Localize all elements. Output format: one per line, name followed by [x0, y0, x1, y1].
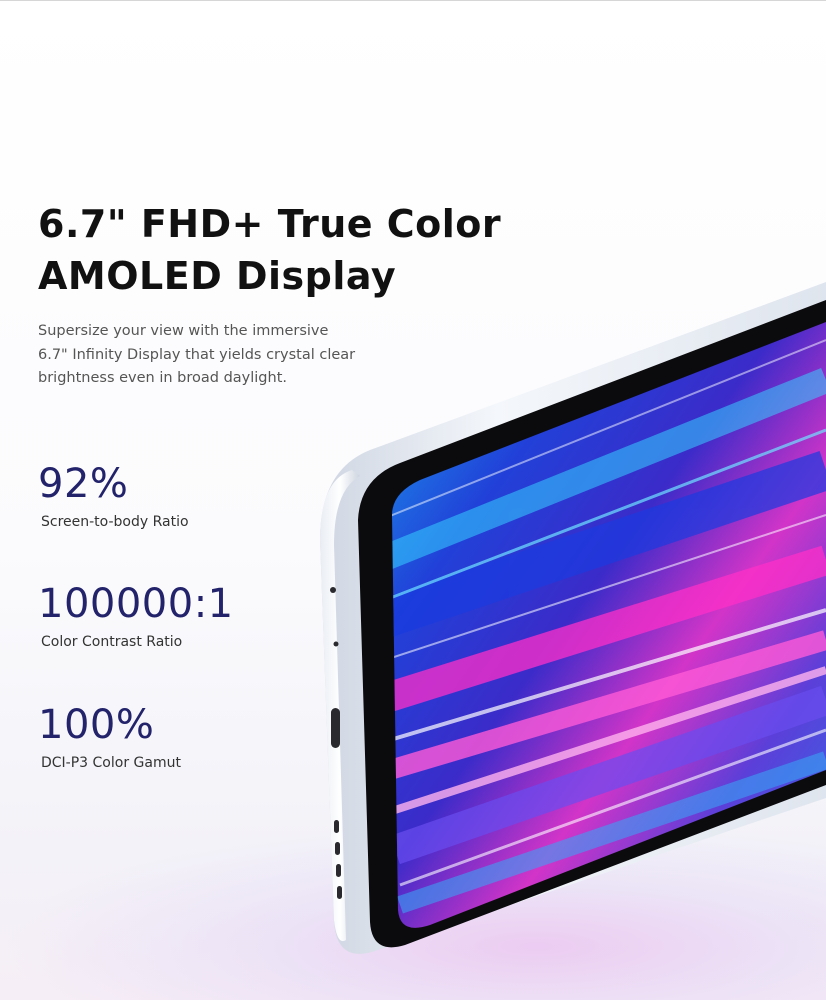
microphone-hole-icon — [330, 587, 336, 593]
sensor-hole-icon — [333, 641, 339, 647]
usb-port-icon — [331, 708, 340, 748]
phone-image — [320, 282, 826, 954]
